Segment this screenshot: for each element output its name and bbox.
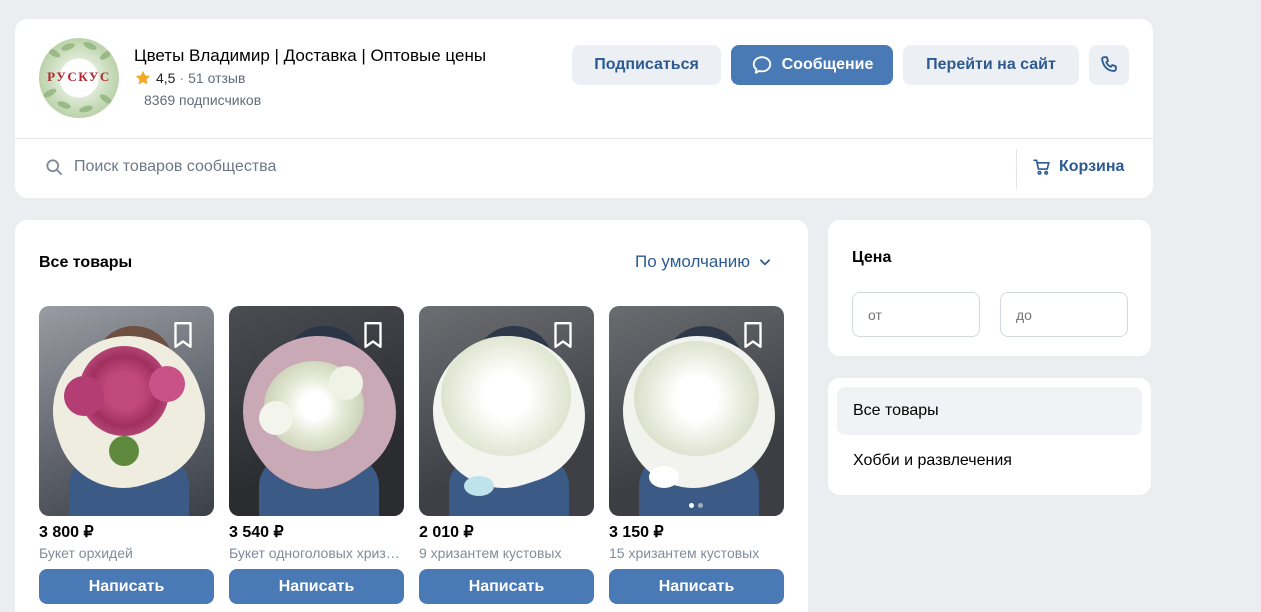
subscribe-button[interactable]: Подписаться: [572, 45, 721, 85]
search-divider: [1016, 149, 1017, 189]
product-photo[interactable]: [229, 306, 404, 516]
search-icon: [46, 159, 62, 175]
rating-value: 4,5: [156, 70, 176, 86]
header-divider: [15, 138, 1153, 139]
community-logo[interactable]: РУСКУС: [39, 38, 119, 118]
product-card[interactable]: 3 800 ₽ Букет орхидей Написать: [39, 306, 214, 604]
product-price: 3 800 ₽: [39, 524, 94, 541]
bookmark-icon[interactable]: [360, 320, 386, 350]
write-button[interactable]: Написать: [609, 569, 784, 604]
product-card[interactable]: 2 010 ₽ 9 хризантем кустовых Написать: [419, 306, 594, 604]
categories-card: Все товары Хобби и развлечения: [828, 378, 1151, 495]
product-name[interactable]: 15 хризантем кустовых: [609, 545, 784, 561]
products-section-title: Все товары: [39, 254, 133, 271]
chevron-down-icon: [760, 259, 770, 266]
product-price: 3 150 ₽: [609, 524, 664, 541]
subscribers-count[interactable]: 8369 подписчиков: [144, 92, 261, 108]
products-card: Все товары По умолчанию 3 800 ₽ Букет ор…: [15, 220, 808, 612]
search-bar[interactable]: Поиск товаров сообщества: [44, 157, 276, 177]
bookmark-icon[interactable]: [170, 320, 196, 350]
product-card[interactable]: 3 540 ₽ Букет одноголовых хризантем Напи…: [229, 306, 404, 604]
product-price: 3 540 ₽: [229, 524, 284, 541]
product-name[interactable]: 9 хризантем кустовых: [419, 545, 594, 561]
product-photo[interactable]: [419, 306, 594, 516]
community-title[interactable]: Цветы Владимир | Доставка | Оптовые цены: [134, 46, 486, 66]
sort-label: По умолчанию: [635, 252, 750, 271]
price-filter-card: Цена: [828, 220, 1151, 356]
category-all-products[interactable]: Все товары: [837, 387, 1142, 435]
photo-pager[interactable]: [689, 503, 703, 508]
product-name[interactable]: Букет орхидей: [39, 545, 214, 561]
cart-button[interactable]: Корзина: [1032, 157, 1124, 177]
phone-button[interactable]: [1089, 45, 1129, 85]
product-price: 2 010 ₽: [419, 524, 474, 541]
logo-text: РУСКУС: [47, 69, 111, 84]
product-name[interactable]: Букет одноголовых хризантем: [229, 545, 404, 561]
search-input[interactable]: Поиск товаров сообщества: [74, 158, 276, 176]
write-button[interactable]: Написать: [419, 569, 594, 604]
message-button[interactable]: Сообщение: [731, 45, 893, 85]
go-to-site-button[interactable]: Перейти на сайт: [903, 45, 1079, 85]
rating-separator: ·: [179, 70, 185, 86]
bookmark-icon[interactable]: [550, 320, 576, 350]
reviews-count: 51 отзыв: [188, 70, 246, 86]
message-bubble-icon: [752, 56, 771, 74]
write-button[interactable]: Написать: [229, 569, 404, 604]
write-button[interactable]: Написать: [39, 569, 214, 604]
community-header-card: РУСКУС Цветы Владимир | Доставка | Оптов…: [15, 19, 1153, 198]
bookmark-icon[interactable]: [740, 320, 766, 350]
rating-row[interactable]: 4,5 · 51 отзыв: [134, 69, 245, 87]
product-photo[interactable]: [609, 306, 784, 516]
cart-label: Корзина: [1059, 158, 1125, 175]
product-photo[interactable]: [39, 306, 214, 516]
product-card[interactable]: 3 150 ₽ 15 хризантем кустовых Написать: [609, 306, 784, 604]
price-from-field[interactable]: [852, 292, 980, 337]
price-to-field[interactable]: [1000, 292, 1128, 337]
price-filter-title: Цена: [852, 249, 892, 266]
star-icon: [135, 70, 151, 85]
message-button-label: Сообщение: [781, 56, 874, 73]
sort-dropdown[interactable]: По умолчанию: [635, 252, 772, 272]
phone-icon: [1101, 56, 1117, 72]
cart-icon: [1033, 159, 1050, 175]
category-hobby[interactable]: Хобби и развлечения: [837, 437, 1142, 485]
